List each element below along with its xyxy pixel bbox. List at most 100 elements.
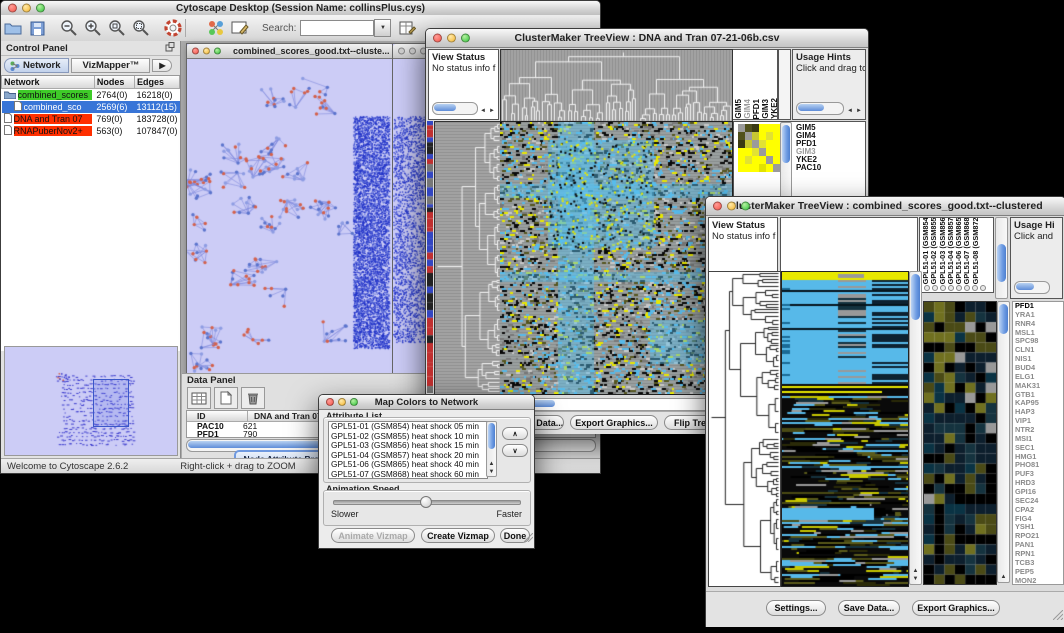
scroll-up-icon[interactable]: ▲ — [998, 574, 1009, 580]
tv2-save-data-button[interactable]: Save Data... — [838, 600, 900, 616]
matrix-cell[interactable] — [766, 148, 773, 156]
matrix-cell[interactable] — [738, 156, 745, 164]
matrix-cell[interactable] — [745, 132, 752, 140]
tv1-row-dendrogram[interactable] — [434, 121, 502, 395]
overview-viewport-rect[interactable] — [93, 379, 129, 427]
zoom-button[interactable] — [741, 202, 750, 211]
matrix-cell[interactable] — [759, 124, 766, 132]
matrix-cell[interactable] — [752, 148, 759, 156]
network-row[interactable]: DNA and Tran 07769(0)183728(0) — [2, 113, 180, 125]
annotation-icon[interactable] — [228, 17, 252, 39]
matrix-cell[interactable] — [745, 124, 752, 132]
matrix-cell[interactable] — [773, 148, 780, 156]
minimize-button[interactable] — [727, 202, 736, 211]
network-row[interactable]: combined_sco2569(6)13112(15) — [2, 101, 180, 113]
tv2-column-label[interactable]: GPL51-02 (GSM855) — [930, 217, 937, 284]
create-vizmap-button[interactable]: Create Vizmap — [421, 528, 495, 543]
tv1-status-scrollbar[interactable] — [432, 102, 478, 115]
scroll-right-icon[interactable]: ► — [489, 108, 495, 114]
matrix-cell[interactable] — [745, 164, 752, 172]
matrix-cell[interactable] — [752, 140, 759, 148]
move-attribute-down-button[interactable]: ∨ — [502, 444, 528, 457]
open-file-icon[interactable] — [1, 17, 25, 39]
delete-attribute-trash-icon[interactable] — [241, 387, 265, 409]
scroll-up-icon[interactable]: ▲ — [487, 461, 496, 467]
tv1-export-graphics-button[interactable]: Export Graphics... — [570, 415, 658, 430]
minimize-button[interactable] — [409, 48, 416, 55]
tv1-column-label[interactable]: GIM4 — [744, 99, 752, 119]
tv2-zoom-heatmap-canvas[interactable] — [923, 301, 997, 585]
attribute-listbox[interactable]: GPL51-01 (GSM854) heat shock 05 minGPL51… — [328, 421, 488, 479]
scroll-left-icon[interactable]: ◄ — [847, 108, 853, 114]
tv1-column-label[interactable]: PFD1 — [753, 99, 761, 119]
tab-network[interactable]: Network — [4, 58, 69, 73]
matrix-cell[interactable] — [752, 164, 759, 172]
tv1-column-label[interactable]: GIM5 — [735, 99, 743, 119]
scroll-down-icon[interactable]: ▼ — [487, 469, 496, 475]
attribute-select-icon[interactable] — [187, 387, 211, 409]
close-button[interactable] — [8, 4, 17, 13]
tv2-column-label[interactable]: GPL51-03 (GSM856) — [939, 217, 946, 284]
scroll-up-icon[interactable]: ▲ — [910, 568, 921, 574]
matrix-cell[interactable] — [738, 132, 745, 140]
matrix-cell[interactable] — [738, 148, 745, 156]
zoom-button[interactable] — [36, 4, 45, 13]
zoom-button[interactable] — [350, 398, 358, 406]
matrix-cell[interactable] — [766, 124, 773, 132]
minimize-button[interactable] — [338, 398, 346, 406]
tv1-similarity-matrix[interactable] — [738, 124, 780, 172]
matrix-cell[interactable] — [745, 156, 752, 164]
matrix-cell[interactable] — [773, 164, 780, 172]
save-icon[interactable] — [25, 17, 49, 39]
tv2-column-label[interactable]: GPL51-07 (GSM868) — [963, 217, 970, 284]
close-button[interactable] — [192, 48, 199, 55]
new-attribute-icon[interactable] — [214, 387, 238, 409]
matrix-cell[interactable] — [773, 140, 780, 148]
search-dropdown-button[interactable]: ▼ — [374, 19, 391, 37]
treeview1-title-bar[interactable]: ClusterMaker TreeView : DNA and Tran 07-… — [426, 29, 868, 48]
tv1-gene-list[interactable]: GIM5GIM4PFD1GIM3YKE2PAC10 — [796, 124, 821, 172]
tv1-heatmap-canvas[interactable] — [500, 121, 733, 395]
dialog-title-bar[interactable]: Map Colors to Network — [319, 395, 534, 410]
tv2-heatmap-canvas[interactable] — [781, 271, 909, 587]
tv2-gene-list[interactable]: PFD1YRA1RNR4MSL1SPC98CLN1NIS1BUD4ELG1MAK… — [1012, 301, 1064, 585]
slider-thumb[interactable] — [420, 496, 432, 508]
tv2-column-label[interactable]: GPL51-08 (GSM872) — [972, 217, 979, 284]
matrix-cell[interactable] — [745, 140, 752, 148]
animate-vizmap-button[interactable]: Animate Vizmap — [331, 528, 415, 543]
tab-vizmapper[interactable]: VizMapper™ — [71, 58, 150, 73]
tv1-heat-hscrollbar[interactable] — [500, 398, 734, 411]
matrix-cell[interactable] — [759, 164, 766, 172]
scroll-right-icon[interactable]: ► — [856, 108, 862, 114]
tv1-column-label[interactable]: GIM3 — [762, 99, 770, 119]
minimize-button[interactable] — [22, 4, 31, 13]
matrix-cell[interactable] — [759, 148, 766, 156]
matrix-cell[interactable] — [759, 140, 766, 148]
tv2-zoom-vscrollbar[interactable]: ▲ — [997, 301, 1010, 583]
zoom-button[interactable] — [461, 34, 470, 43]
tv2-export-graphics-button[interactable]: Export Graphics... — [912, 600, 1000, 616]
tabs-more-button[interactable]: ▶ — [152, 59, 172, 72]
tv1-row-label[interactable]: PAC10 — [796, 164, 821, 172]
treeview2-title-bar[interactable]: ClusterMaker TreeView : combined_scores_… — [706, 197, 1064, 216]
network-overview-panel[interactable] — [4, 346, 178, 456]
matrix-cell[interactable] — [745, 148, 752, 156]
help-lifesaver-icon[interactable] — [161, 17, 185, 39]
matrix-cell[interactable] — [766, 156, 773, 164]
tv2-hints-scrollbar[interactable] — [1014, 281, 1050, 294]
close-button[interactable] — [433, 34, 442, 43]
main-title-bar[interactable]: Cytoscape Desktop (Session Name: collins… — [1, 1, 600, 16]
matrix-cell[interactable] — [759, 156, 766, 164]
zoom-button[interactable] — [214, 48, 221, 55]
matrix-cell[interactable] — [752, 124, 759, 132]
scroll-down-icon[interactable]: ▼ — [910, 576, 921, 582]
move-attribute-up-button[interactable]: ∧ — [502, 427, 528, 440]
matrix-cell[interactable] — [766, 132, 773, 140]
tv2-top-vscrollbar[interactable] — [995, 217, 1008, 299]
tv1-column-label[interactable]: YKE2 — [771, 98, 778, 119]
close-button[interactable] — [326, 398, 334, 406]
network-row[interactable]: RNAPuberNov2+563(0)107847(0) — [2, 125, 180, 137]
network-table-header[interactable]: Network Nodes Edges — [2, 76, 180, 89]
matrix-cell[interactable] — [738, 164, 745, 172]
tv2-heat-vscrollbar[interactable]: ▲ ▼ — [909, 271, 922, 585]
